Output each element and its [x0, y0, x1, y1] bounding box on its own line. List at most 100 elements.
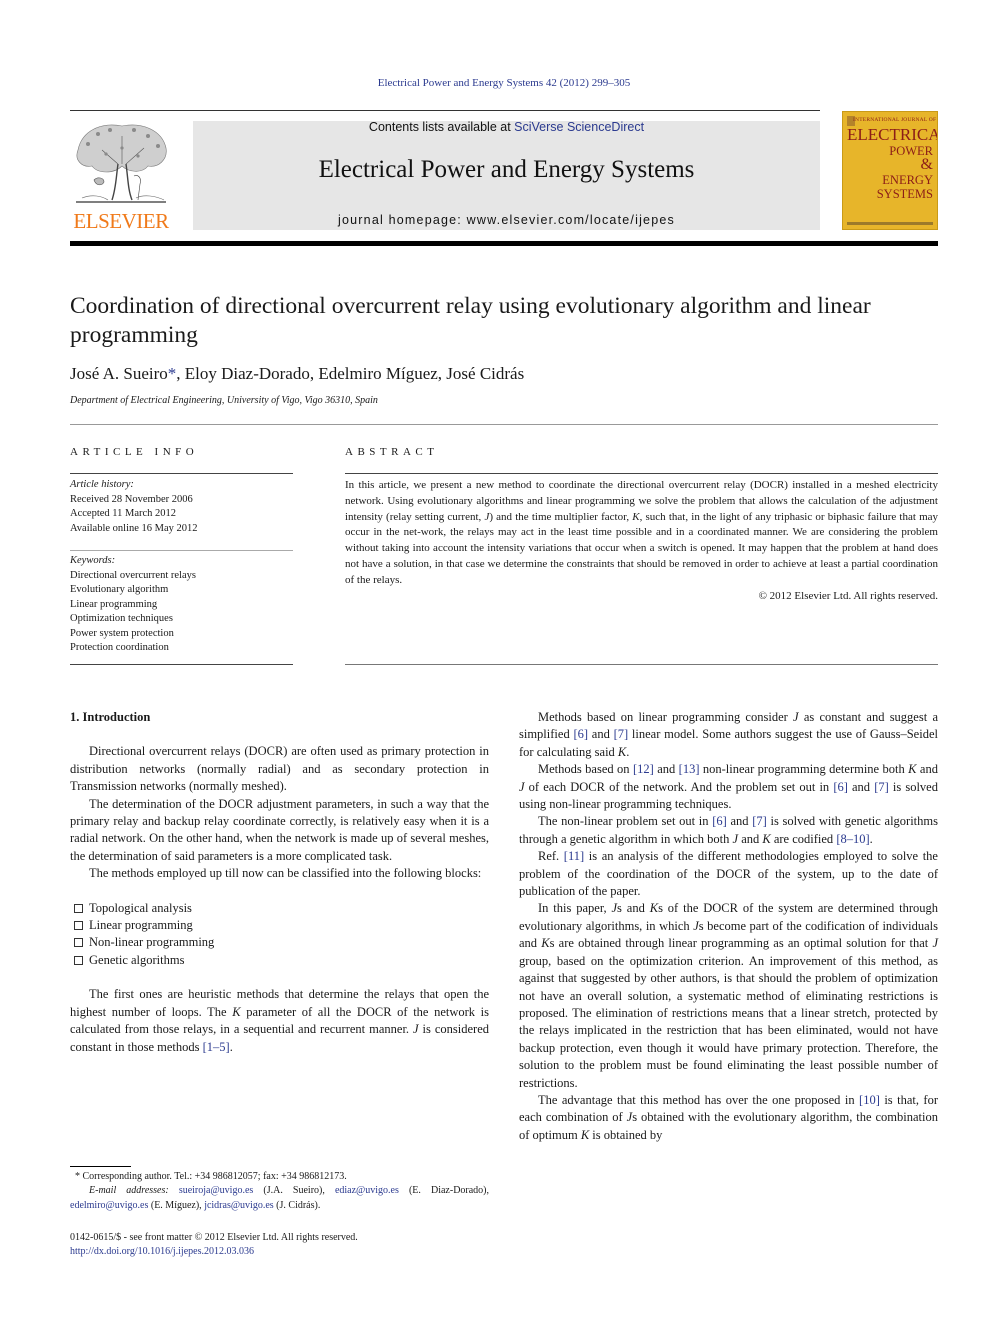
email-footnote: E-mail addresses: sueiroja@uvigo.es (J.A…	[70, 1185, 490, 1211]
paragraph: The determination of the DOCR adjustment…	[70, 796, 489, 863]
footnotes: * Corresponding author. Tel.: +34 986812…	[70, 1170, 489, 1213]
footnote-rule	[70, 1166, 131, 1167]
issn-line: 0142-0615/$ - see front matter © 2012 El…	[70, 1232, 358, 1243]
abstract-bottom-rule	[345, 664, 938, 665]
body-column-left: 1. Introduction Directional overcurrent …	[70, 709, 489, 1056]
article-info-heading: ARTICLE INFO	[70, 446, 199, 458]
paragraph: Methods based on linear programming cons…	[519, 710, 938, 759]
journal-homepage[interactable]: journal homepage: www.elsevier.com/locat…	[193, 213, 820, 227]
list-item: Genetic algorithms	[70, 952, 489, 969]
checkbox-square-icon	[74, 955, 83, 965]
email-link[interactable]: ediaz@uvigo.es	[335, 1185, 399, 1196]
journal-cover[interactable]: INTERNATIONAL JOURNAL OF ELECTRICAL POWE…	[842, 111, 938, 230]
masthead-top-rule	[70, 110, 820, 111]
abstract-text: In this article, we present a new method…	[345, 478, 938, 604]
publisher-wordmark: ELSEVIER	[73, 209, 169, 233]
abstract-rule	[345, 473, 938, 474]
corresponding-author-mark[interactable]: *	[168, 364, 177, 383]
history-item: Accepted 11 March 2012	[70, 508, 177, 519]
symbol-k: K	[632, 510, 640, 523]
title-rule	[70, 424, 938, 425]
email-link[interactable]: jcidras@uvigo.es	[204, 1200, 273, 1211]
corresponding-footnote: * Corresponding author. Tel.: +34 986812…	[75, 1171, 347, 1182]
citation-link[interactable]: [7]	[614, 727, 629, 741]
paragraph: Methods based on [12] and [13] non-linea…	[519, 762, 938, 812]
keyword: Evolutionary algorithm	[70, 584, 169, 595]
citation-link[interactable]: [6]	[573, 727, 588, 741]
abstract-heading: ABSTRACT	[345, 446, 439, 458]
keywords: Keywords: Directional overcurrent relays…	[70, 554, 196, 656]
citation-link[interactable]: [12]	[633, 762, 654, 776]
citation-link[interactable]: [1–5]	[203, 1040, 230, 1054]
paragraph: In this paper, Js and Ks of the DOCR of …	[519, 901, 939, 1090]
keyword: Linear programming	[70, 598, 158, 610]
cover-line-energy: ENERGY	[882, 173, 933, 187]
paragraph: Directional overcurrent relays (DOCR) ar…	[70, 744, 489, 794]
email-link[interactable]: sueiroja@uvigo.es	[179, 1185, 253, 1196]
keyword: Protection coordination	[70, 642, 169, 653]
contents-line: Contents lists available at SciVerse Sci…	[193, 120, 820, 134]
checkbox-square-icon	[74, 921, 83, 931]
history-item: Available online 16 May 2012	[70, 522, 198, 534]
running-header[interactable]: Electrical Power and Energy Systems 42 (…	[0, 77, 992, 89]
sciencedirect-link[interactable]: SciVerse ScienceDirect	[514, 120, 644, 134]
citation-link[interactable]: [7]	[752, 814, 767, 828]
cover-footer	[847, 222, 933, 225]
cover-line-amp: &	[920, 156, 933, 173]
list-item-label: Topological analysis	[89, 900, 192, 915]
article-history-label: Article history:	[70, 479, 134, 490]
abstract-run: ) and the time multiplier factor,	[489, 510, 633, 523]
list-item-label: Linear programming	[89, 918, 193, 933]
keyword: Optimization techniques	[70, 613, 173, 624]
list-item: Linear programming	[70, 917, 489, 934]
author[interactable]: Eloy Diaz-Dorado	[185, 364, 310, 383]
email-link[interactable]: edelmiro@uvigo.es	[70, 1200, 148, 1211]
article-title: Coordination of directional overcurrent …	[70, 293, 871, 348]
section-heading: 1. Introduction	[70, 710, 151, 724]
history-item: Received 28 November 2006	[70, 493, 193, 505]
paragraph: The first ones are heuristic methods tha…	[70, 987, 490, 1054]
article-history: Article history: Received 28 November 20…	[70, 478, 198, 536]
paragraph: The methods employed up till now can be …	[89, 866, 482, 881]
author[interactable]: José Cidrás	[446, 364, 524, 383]
author[interactable]: José A. Sueiro	[70, 364, 168, 383]
author-list: José A. Sueiro*, Eloy Diaz-Dorado, Edelm…	[70, 364, 525, 383]
keywords-label: Keywords:	[70, 555, 116, 566]
citation-link[interactable]: [6]	[833, 780, 848, 794]
list-item: Topological analysis	[70, 900, 489, 917]
cover-line-electrical: ELECTRICAL	[847, 125, 937, 144]
list-item: Non-linear programming	[70, 934, 489, 951]
checkbox-square-icon	[74, 938, 83, 948]
journal-title: Electrical Power and Energy Systems	[318, 156, 695, 183]
affiliation: Department of Electrical Engineering, Un…	[70, 395, 378, 406]
list-item-label: Non-linear programming	[89, 935, 215, 950]
doi-link[interactable]: http://dx.doi.org/10.1016/j.ijepes.2012.…	[70, 1246, 254, 1257]
method-list: Topological analysis Linear programming …	[70, 900, 489, 970]
checkbox-square-icon	[74, 903, 83, 913]
cover-intl: INTERNATIONAL JOURNAL OF	[853, 117, 937, 123]
issn-block: 0142-0615/$ - see front matter © 2012 El…	[70, 1231, 358, 1260]
elsevier-logo[interactable]: ELSEVIER	[68, 120, 174, 234]
article-info-divider	[70, 550, 293, 551]
abstract-copyright: © 2012 Elsevier Ltd. All rights reserved…	[758, 589, 938, 602]
symbol-k: K	[232, 1004, 241, 1019]
keyword: Directional overcurrent relays	[70, 569, 196, 581]
contents-prefix: Contents lists available at	[368, 120, 515, 134]
list-item-label: Genetic algorithms	[89, 952, 185, 967]
paragraph: The non-linear problem set out in [6] an…	[519, 814, 938, 846]
article-info-bottom-rule	[70, 664, 293, 665]
cover-line-systems: SYSTEMS	[876, 187, 933, 201]
citation-link[interactable]: [10]	[859, 1093, 880, 1107]
author[interactable]: Edelmiro Míguez	[318, 364, 437, 383]
body-column-right: Methods based on linear programming cons…	[519, 709, 938, 1144]
paragraph: Ref. [11] is an analysis of the differen…	[519, 849, 938, 899]
citation-link[interactable]: [13]	[679, 762, 700, 776]
citation-link[interactable]: [8–10]	[836, 832, 869, 846]
masthead-bottom-rule	[70, 241, 938, 246]
elsevier-tree-icon	[76, 124, 167, 203]
citation-link[interactable]: [11]	[564, 849, 584, 863]
keyword: Power system protection	[70, 627, 174, 639]
article-info-rule	[70, 473, 293, 474]
citation-link[interactable]: [7]	[874, 780, 889, 794]
citation-link[interactable]: [6]	[712, 814, 727, 828]
